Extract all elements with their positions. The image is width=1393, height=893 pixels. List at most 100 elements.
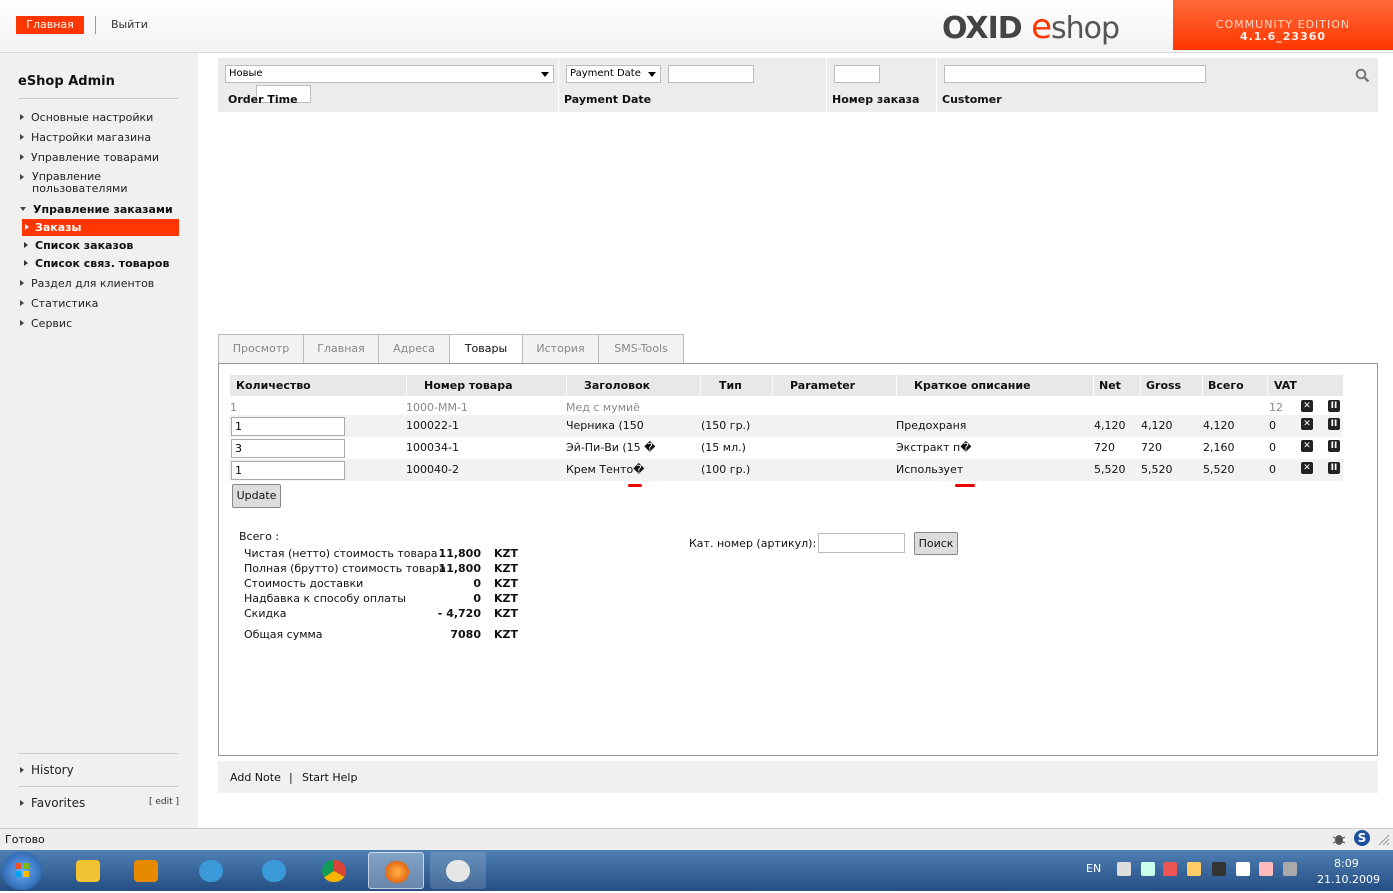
summary-total-currency: KZT bbox=[494, 628, 519, 641]
taskbar-ie-2[interactable] bbox=[246, 852, 302, 889]
order-number-input[interactable] bbox=[834, 65, 880, 83]
sidebar-item-customers[interactable]: Раздел для клиентов bbox=[20, 277, 154, 290]
logo-shop: shop bbox=[1051, 11, 1120, 46]
summary-title: Всего : bbox=[239, 530, 280, 543]
row1-quantity-input[interactable]: 1 bbox=[231, 417, 345, 436]
taskbar-chrome[interactable] bbox=[306, 852, 362, 889]
summary-discount-currency: KZT bbox=[494, 607, 519, 620]
taskbar-ie-1[interactable] bbox=[183, 852, 239, 889]
tab-overview[interactable]: Просмотр bbox=[218, 334, 304, 364]
search-icon[interactable] bbox=[1355, 68, 1370, 83]
delete-icon[interactable]: ✕ bbox=[1301, 440, 1313, 452]
row2-gross: 720 bbox=[1141, 441, 1162, 454]
start-help-link[interactable]: Start Help bbox=[302, 771, 357, 784]
row3-net: 5,520 bbox=[1094, 463, 1126, 476]
logout-link[interactable]: Выйти bbox=[111, 16, 148, 34]
security-icon[interactable] bbox=[1163, 862, 1177, 876]
clock-time[interactable]: 8:09 bbox=[1334, 857, 1359, 870]
payment-date-input[interactable] bbox=[668, 65, 754, 83]
app-icon bbox=[446, 860, 470, 882]
sidebar-item-service[interactable]: Сервис bbox=[20, 317, 72, 330]
sidebar-item-shop-settings[interactable]: Настройки магазина bbox=[20, 131, 151, 144]
notes-separator: | bbox=[289, 771, 293, 784]
annotation-mark bbox=[628, 484, 642, 487]
power-icon[interactable] bbox=[1283, 862, 1297, 876]
sidebar-item-orders[interactable]: Управление заказами bbox=[20, 203, 173, 216]
sidebar-subitem-order-list[interactable]: Список заказов bbox=[24, 239, 133, 252]
add-note-link[interactable]: Add Note bbox=[230, 771, 281, 784]
flag-icon[interactable] bbox=[1236, 862, 1250, 876]
sidebar-item-users[interactable]: Управление пользователями bbox=[20, 171, 160, 195]
row3-type: (100 гр.) bbox=[701, 463, 751, 476]
col-header-title: Заголовок bbox=[566, 375, 700, 396]
delete-icon[interactable]: ✕ bbox=[1301, 418, 1313, 430]
taskbar-media-player[interactable] bbox=[118, 852, 174, 889]
row1-number: 100022-1 bbox=[406, 419, 459, 432]
summary-total-label: Общая сумма bbox=[244, 628, 323, 641]
caret-right-icon bbox=[20, 800, 24, 806]
status-text: Готово bbox=[5, 833, 45, 846]
summary-shipping-value: 0 bbox=[473, 577, 481, 590]
article-search-button[interactable]: Поиск bbox=[914, 532, 958, 555]
payment-date-select[interactable]: Payment Date bbox=[566, 65, 661, 83]
home-button[interactable]: Главная bbox=[16, 16, 84, 34]
sidebar-item-label: Статистика bbox=[31, 297, 99, 310]
firefox-icon bbox=[385, 861, 409, 883]
tab-addresses[interactable]: Адреса bbox=[378, 334, 450, 364]
tab-main[interactable]: Главная bbox=[303, 334, 379, 364]
row0-number: 1000-MM-1 bbox=[406, 401, 468, 414]
summary-gross-value: 11,800 bbox=[438, 562, 481, 575]
pause-icon[interactable]: II bbox=[1328, 400, 1340, 412]
delete-icon[interactable]: ✕ bbox=[1301, 462, 1313, 474]
monitor-icon[interactable] bbox=[1212, 862, 1226, 876]
resize-grip-icon bbox=[1378, 834, 1390, 846]
taskbar-firefox[interactable] bbox=[368, 852, 424, 889]
tab-sms-tools[interactable]: SMS-Tools bbox=[598, 334, 684, 364]
start-button[interactable] bbox=[2, 852, 42, 890]
skype-icon[interactable]: S bbox=[1354, 830, 1370, 846]
clock-date[interactable]: 21.10.2009 bbox=[1317, 873, 1380, 886]
bug-icon[interactable] bbox=[1331, 831, 1347, 847]
sidebar-item-statistics[interactable]: Статистика bbox=[20, 297, 98, 310]
row2-type: (15 мл.) bbox=[701, 441, 746, 454]
delete-icon[interactable]: ✕ bbox=[1301, 400, 1313, 412]
sidebar-favorites[interactable]: Favorites bbox=[20, 796, 85, 810]
caret-right-icon bbox=[20, 114, 24, 120]
volume-muted-icon[interactable] bbox=[1259, 862, 1273, 876]
phone-icon[interactable] bbox=[1117, 862, 1131, 876]
pause-icon[interactable]: II bbox=[1328, 440, 1340, 452]
tab-products[interactable]: Товары bbox=[449, 334, 523, 365]
taskbar-explorer[interactable] bbox=[60, 852, 116, 889]
tab-history[interactable]: История bbox=[522, 334, 599, 364]
pause-icon[interactable]: II bbox=[1328, 418, 1340, 430]
language-indicator[interactable]: EN bbox=[1086, 862, 1101, 875]
caret-down-icon bbox=[20, 207, 26, 211]
oxid-eshop-logo: OXID eshop bbox=[942, 10, 1120, 46]
row2-vat: 0 bbox=[1269, 441, 1276, 454]
tools-icon[interactable] bbox=[1187, 862, 1201, 876]
article-number-input[interactable] bbox=[818, 533, 905, 553]
col-header-quantity: Количество bbox=[229, 375, 406, 396]
caret-right-icon bbox=[20, 767, 24, 773]
row2-quantity-input[interactable]: 3 bbox=[231, 439, 345, 458]
sidebar-divider bbox=[18, 753, 178, 754]
taskbar-app[interactable] bbox=[430, 852, 486, 889]
row3-quantity-input[interactable]: 1 bbox=[231, 461, 345, 480]
pause-icon[interactable]: II bbox=[1328, 462, 1340, 474]
col-header-total: Всего bbox=[1202, 375, 1267, 396]
row0-title: Мед с мумиё bbox=[566, 401, 640, 414]
sidebar-subitem-related-products[interactable]: Список связ. товаров bbox=[24, 257, 169, 270]
sidebar-item-main-settings[interactable]: Основные настройки bbox=[20, 111, 153, 124]
update-button[interactable]: Update bbox=[232, 484, 281, 508]
sidebar-subitem-orders[interactable]: Заказы bbox=[22, 219, 179, 236]
row2-number: 100034-1 bbox=[406, 441, 459, 454]
row3-vat: 0 bbox=[1269, 463, 1276, 476]
favorites-edit-link[interactable]: [ edit ] bbox=[149, 797, 179, 807]
order-status-select[interactable]: Новые bbox=[225, 65, 554, 83]
sidebar-item-products[interactable]: Управление товарами bbox=[20, 151, 159, 164]
filter-separator bbox=[936, 58, 937, 112]
browser-status-bar bbox=[0, 828, 1393, 851]
sidebar-history[interactable]: History bbox=[20, 763, 74, 777]
network-icon[interactable] bbox=[1141, 862, 1155, 876]
customer-input[interactable] bbox=[944, 65, 1206, 83]
